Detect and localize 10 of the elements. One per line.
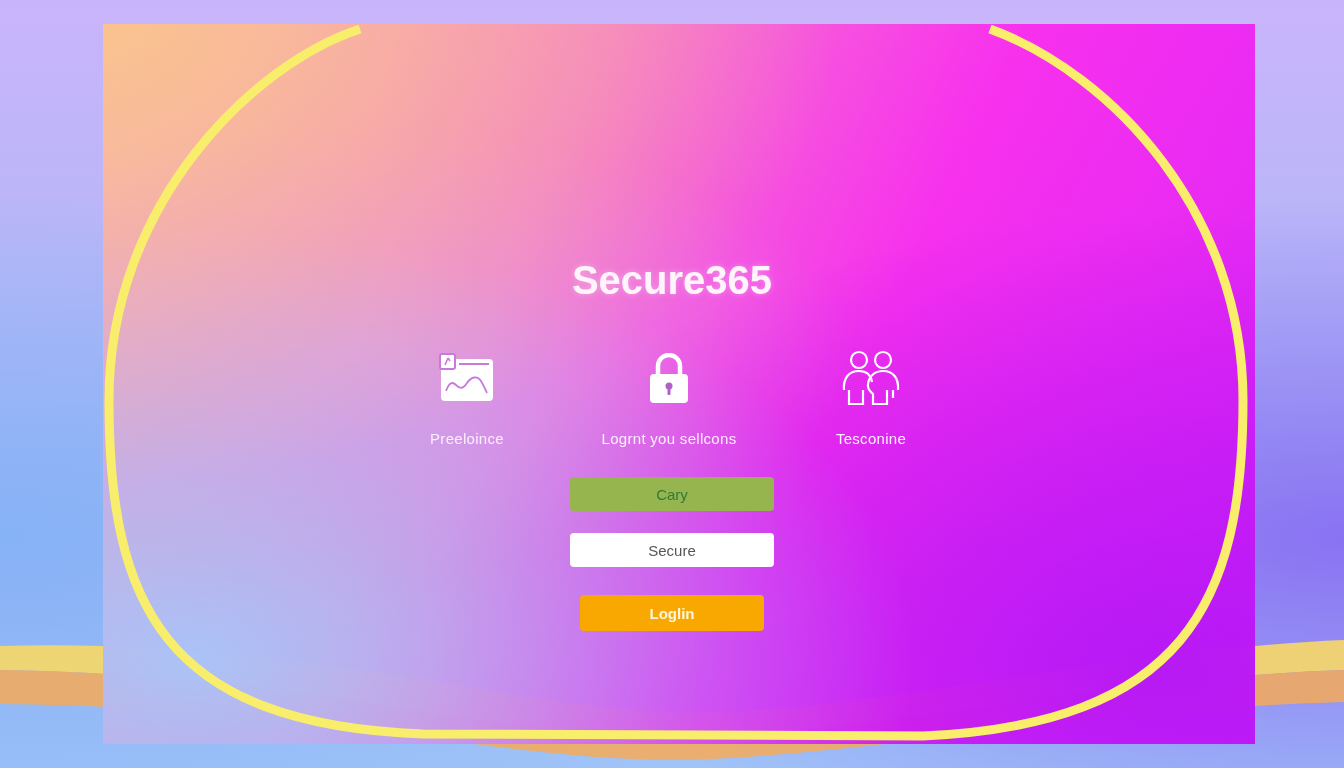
feature-label: Tesconine [835,430,907,448]
line-chart-icon [439,353,495,403]
people-icon [841,350,901,406]
input-field[interactable]: Cary [570,477,774,511]
padlock-icon [649,353,689,403]
input-field[interactable]: Secure [570,533,774,567]
app-title: Secure365 [571,257,773,304]
feature-label: Logrnt you sellcons [601,430,737,448]
feature-label: Preeloince [430,430,504,448]
login-button[interactable]: Loglin [580,595,764,631]
